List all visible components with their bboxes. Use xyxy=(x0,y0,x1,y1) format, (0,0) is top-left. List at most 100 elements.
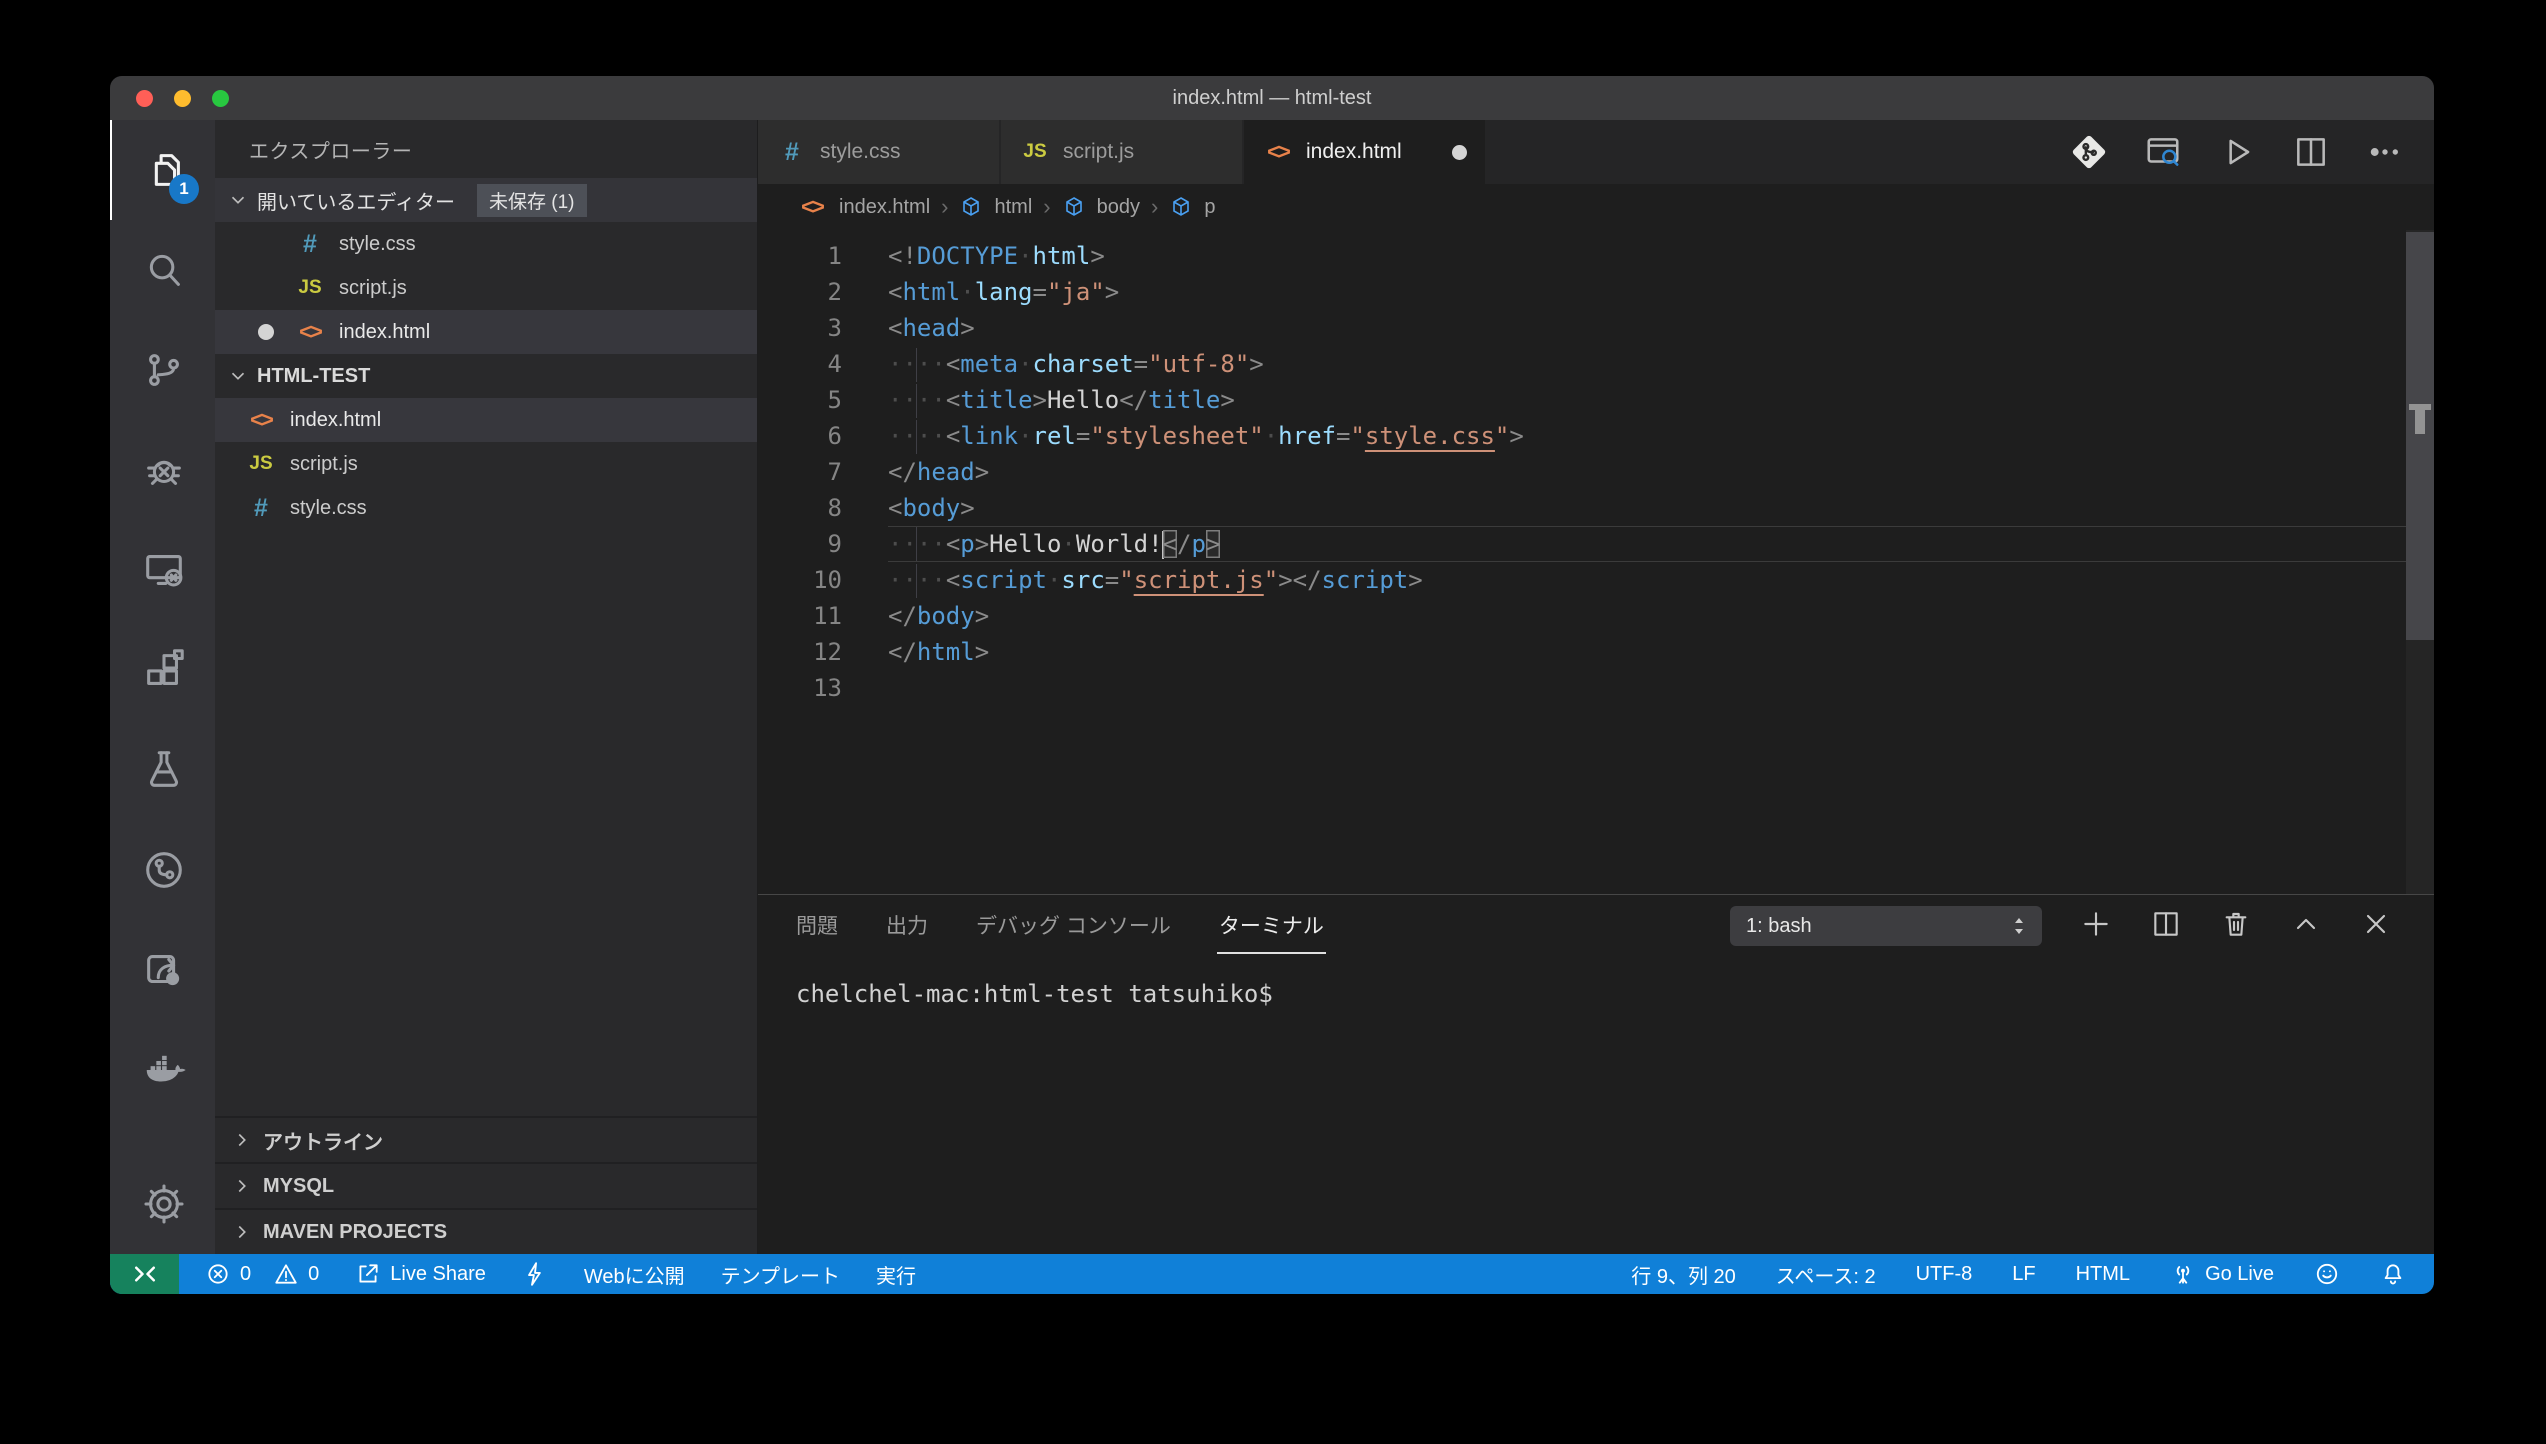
bolt-status[interactable] xyxy=(522,1261,548,1287)
activity-remote-explorer[interactable] xyxy=(110,520,215,620)
split-terminal-button[interactable] xyxy=(2150,908,2182,945)
panel-tab-terminal[interactable]: ターミナル xyxy=(1219,910,1324,942)
git-compare-icon[interactable] xyxy=(2070,133,2108,171)
activity-settings[interactable] xyxy=(110,1154,215,1254)
code-line-9[interactable]: ····<p>Hello·World!</p> xyxy=(888,526,2434,562)
tab-script-js[interactable]: JS script.js xyxy=(1001,120,1244,184)
breadcrumb-separator: › xyxy=(1151,194,1158,220)
breadcrumb-html[interactable]: html xyxy=(994,196,1032,219)
section-outline[interactable]: アウトライン xyxy=(215,1116,757,1162)
code-line-10[interactable]: ····<script·src="script.js"></script> xyxy=(888,562,2434,598)
section-label: MYSQL xyxy=(263,1175,334,1198)
code-line-7[interactable]: </head> xyxy=(888,454,2434,490)
run-icon[interactable] xyxy=(2218,133,2256,171)
code-line-12[interactable]: </html> xyxy=(888,634,2434,670)
kill-terminal-button[interactable] xyxy=(2220,908,2252,945)
code-line-2[interactable]: <html·lang="ja"> xyxy=(888,274,2434,310)
publish-web-status[interactable]: Webに公開 xyxy=(584,1260,685,1289)
problems-status[interactable]: 0 0 xyxy=(205,1261,319,1287)
live-share-label: Live Share xyxy=(390,1263,486,1286)
activity-explorer[interactable]: 1 xyxy=(110,120,215,220)
file-name: script.js xyxy=(290,453,358,476)
code-line-5[interactable]: ····<title>Hello</title> xyxy=(888,382,2434,418)
eol-status[interactable]: LF xyxy=(2012,1263,2035,1286)
warning-icon xyxy=(273,1261,299,1287)
js-file-icon: JS xyxy=(245,453,277,475)
cursor-position-label: 行 9、列 20 xyxy=(1631,1260,1735,1289)
open-editor-style-css[interactable]: # style.css xyxy=(215,222,757,266)
panel-tab-debug-console[interactable]: デバッグ コンソール xyxy=(976,910,1171,942)
terminal-content[interactable]: chelchel-mac:html-test tatsuhiko$ xyxy=(758,957,2434,1011)
chevron-down-icon xyxy=(227,365,249,387)
scrollbar-thumb[interactable] xyxy=(2406,232,2434,640)
activity-source-control[interactable] xyxy=(110,320,215,420)
breadcrumb-file[interactable]: index.html xyxy=(839,196,930,219)
close-panel-button[interactable] xyxy=(2360,908,2392,945)
split-editor-icon[interactable] xyxy=(2292,133,2330,171)
notifications-status[interactable] xyxy=(2380,1261,2406,1287)
tab-bar: # style.css JS script.js <> index.html xyxy=(758,120,2434,184)
cursor-position-status[interactable]: 行 9、列 20 xyxy=(1631,1260,1735,1289)
js-file-icon: JS xyxy=(294,277,326,299)
language-status[interactable]: HTML xyxy=(2076,1263,2130,1286)
code-editor[interactable]: 12345678910111213 <!DOCTYPE·html><html·l… xyxy=(758,230,2434,894)
code-line-4[interactable]: ····<meta·charset="utf-8"> xyxy=(888,346,2434,382)
activity-git-graph[interactable] xyxy=(110,820,215,920)
activity-docker[interactable] xyxy=(110,1020,215,1120)
editor-actions xyxy=(2070,120,2404,184)
open-editor-index-html[interactable]: <> index.html xyxy=(215,310,757,354)
open-editors-header[interactable]: 開いているエディター 未保存 (1) xyxy=(215,178,757,222)
maximize-panel-button[interactable] xyxy=(2290,908,2322,945)
minimize-button[interactable] xyxy=(174,90,191,107)
line-number: 13 xyxy=(758,670,842,706)
code-line-8[interactable]: <body> xyxy=(888,490,2434,526)
terminal-prompt: chelchel-mac:html-test tatsuhiko$ xyxy=(796,980,1273,1008)
open-editor-script-js[interactable]: JS script.js xyxy=(215,266,757,310)
go-live-status[interactable]: Go Live xyxy=(2170,1261,2274,1287)
zoom-button[interactable] xyxy=(212,90,229,107)
activity-search[interactable] xyxy=(110,220,215,320)
breadcrumb-p[interactable]: p xyxy=(1204,196,1215,219)
panel-header: 問題 出力 デバッグ コンソール ターミナル 1: bash xyxy=(758,895,2434,957)
indentation-status[interactable]: スペース: 2 xyxy=(1776,1260,1876,1289)
encoding-status[interactable]: UTF-8 xyxy=(1916,1263,1973,1286)
section-maven-projects[interactable]: MAVEN PROJECTS xyxy=(215,1208,757,1254)
activity-debug[interactable] xyxy=(110,420,215,520)
tree-item-script-js[interactable]: JS script.js xyxy=(215,442,757,486)
panel-tab-problems[interactable]: 問題 xyxy=(796,910,838,942)
close-button[interactable] xyxy=(136,90,153,107)
code-line-6[interactable]: ····<link·rel="stylesheet"·href="style.c… xyxy=(888,418,2434,454)
run-status[interactable]: 実行 xyxy=(876,1260,916,1289)
template-status[interactable]: テンプレート xyxy=(721,1260,840,1289)
terminal-shell-select[interactable]: 1: bash xyxy=(1730,906,2042,946)
code-line-1[interactable]: <!DOCTYPE·html> xyxy=(888,238,2434,274)
feedback-status[interactable] xyxy=(2314,1261,2340,1287)
panel-tab-output[interactable]: 出力 xyxy=(886,910,928,942)
code-line-13[interactable] xyxy=(888,670,2434,706)
line-number: 10 xyxy=(758,562,842,598)
code-line-11[interactable]: </body> xyxy=(888,598,2434,634)
code-line-3[interactable]: <head> xyxy=(888,310,2434,346)
new-terminal-button[interactable] xyxy=(2080,908,2112,945)
activity-testing[interactable] xyxy=(110,720,215,820)
open-preview-icon[interactable] xyxy=(2144,133,2182,171)
tab-style-css[interactable]: # style.css xyxy=(758,120,1001,184)
editor-scrollbar[interactable] xyxy=(2406,230,2434,894)
remote-indicator[interactable] xyxy=(110,1254,179,1294)
section-mysql[interactable]: MYSQL xyxy=(215,1162,757,1208)
sidebar-title: エクスプローラー xyxy=(215,120,757,178)
activity-live-share[interactable] xyxy=(110,920,215,1020)
breadcrumb-body[interactable]: body xyxy=(1097,196,1140,219)
more-actions-icon[interactable] xyxy=(2366,133,2404,171)
code-lines[interactable]: <!DOCTYPE·html><html·lang="ja"><head>···… xyxy=(888,230,2434,894)
tree-item-index-html[interactable]: <> index.html xyxy=(215,398,757,442)
live-share-status[interactable]: Live Share xyxy=(355,1261,486,1287)
activity-extensions[interactable] xyxy=(110,620,215,720)
explorer-badge: 1 xyxy=(169,174,199,204)
gutter: 12345678910111213 xyxy=(758,230,888,894)
unsaved-dot-icon[interactable] xyxy=(1452,145,1467,160)
tree-item-style-css[interactable]: # style.css xyxy=(215,486,757,530)
line-number: 3 xyxy=(758,310,842,346)
tab-index-html[interactable]: <> index.html xyxy=(1244,120,1487,184)
workspace-header[interactable]: HTML-TEST xyxy=(215,354,757,398)
